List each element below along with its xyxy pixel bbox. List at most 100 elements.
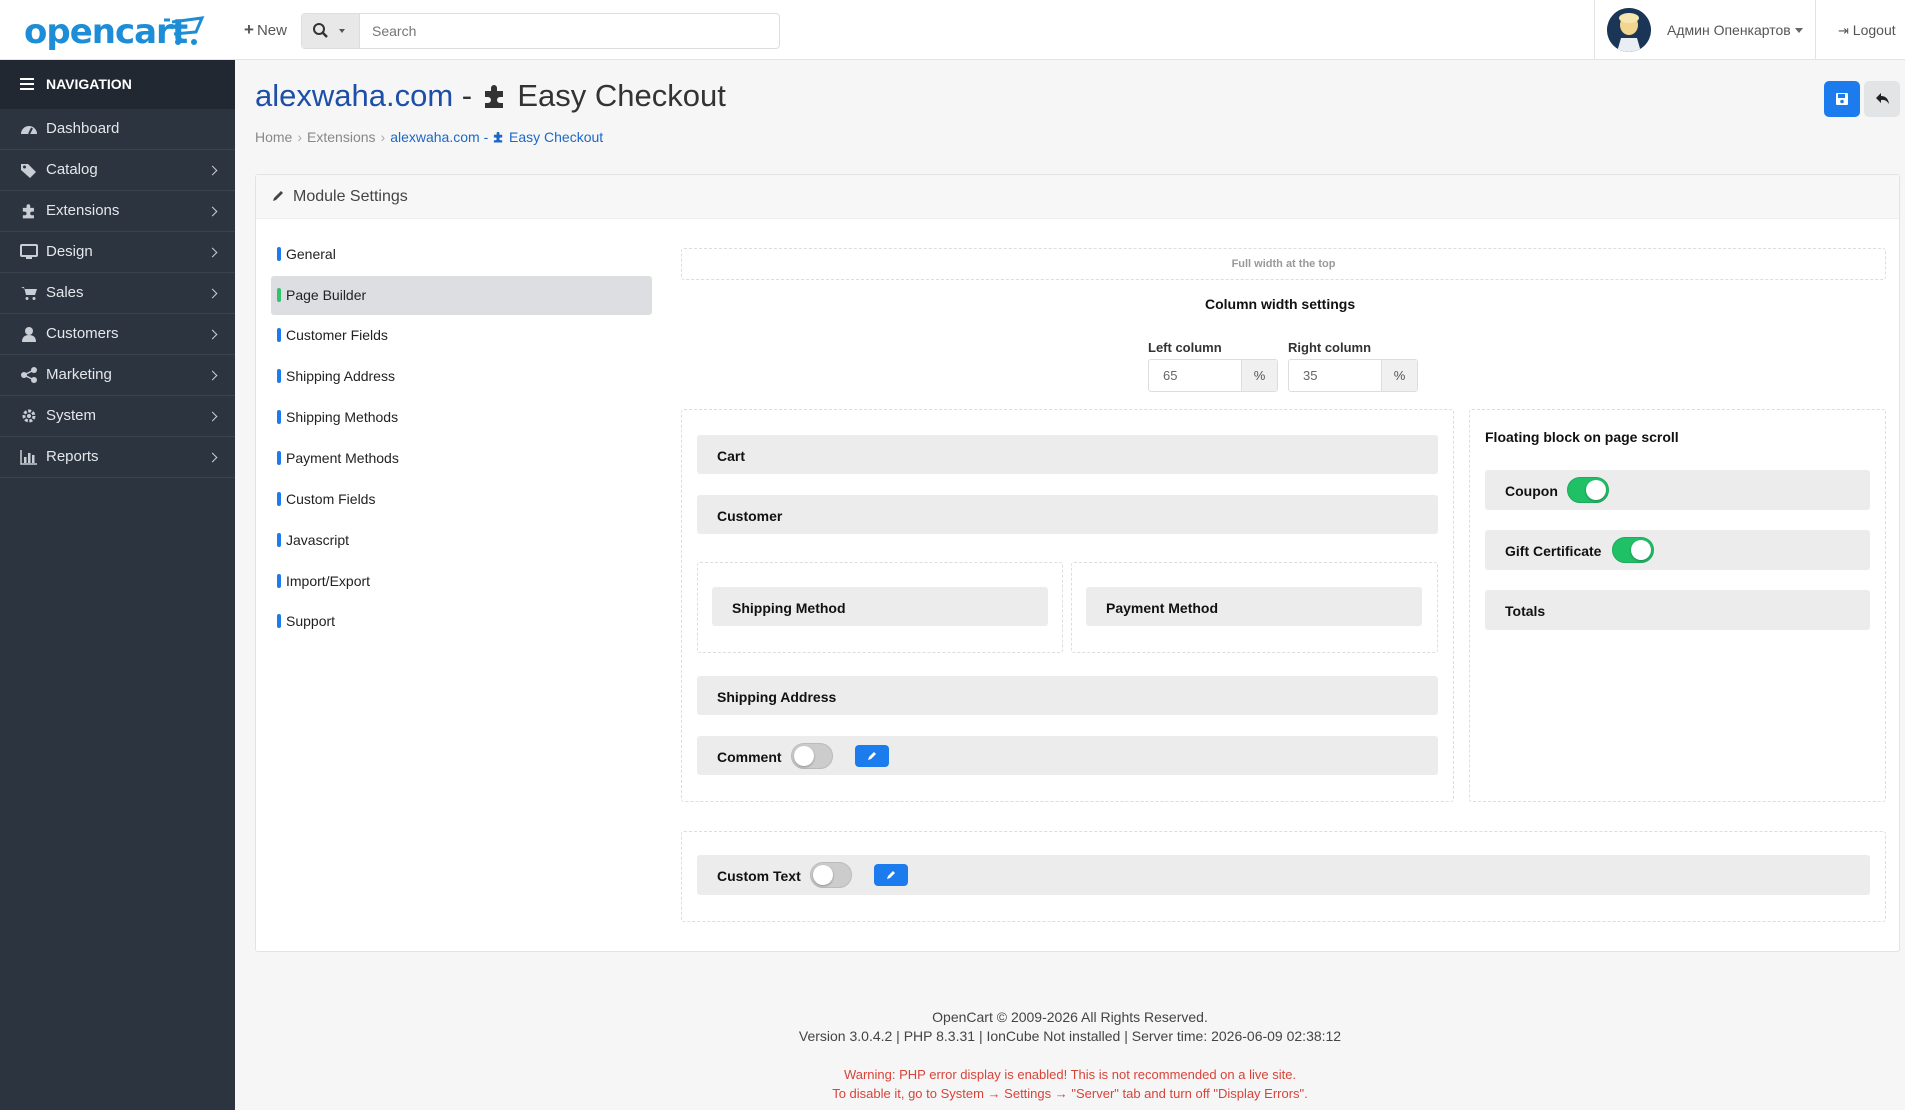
back-button[interactable] (1864, 81, 1900, 117)
sidebar-item-label: Design (46, 243, 93, 260)
comment-block[interactable]: Comment (697, 736, 1438, 775)
shipping-method-label: Shipping Method (732, 600, 846, 616)
sidebar-item-marketing[interactable]: Marketing (0, 355, 235, 396)
reply-icon (1876, 93, 1889, 104)
breadcrumb-home[interactable]: Home (255, 129, 292, 145)
customer-block[interactable]: Customer (697, 495, 1438, 534)
sidebar-item-extensions[interactable]: Extensions (0, 191, 235, 232)
left-column-input[interactable]: 65 % (1148, 359, 1278, 392)
chevron-right-icon (207, 411, 218, 422)
user-menu[interactable]: Админ Опенкартов (1594, 0, 1816, 60)
full-width-top-zone[interactable]: Full width at the top (681, 248, 1886, 280)
breadcrumb: Home › Extensions › alexwaha.com - Easy Chec… (255, 129, 604, 145)
tab-javascript[interactable]: Javascript (271, 521, 652, 560)
footer-version: Version 3.0.4.2 | PHP 8.3.31 | IonCube N… (798, 1028, 1342, 1044)
gift-certificate-label: Gift Certificate (1505, 543, 1602, 559)
tab-label: Custom Fields (286, 491, 376, 507)
chevron-right-icon (207, 165, 218, 176)
sidebar-item-design[interactable]: Design (0, 232, 235, 273)
sidebar-item-customers[interactable]: Customers (0, 314, 235, 355)
save-button[interactable] (1824, 81, 1860, 117)
gift-certificate-block[interactable]: Gift Certificate (1485, 530, 1870, 570)
breadcrumb-current-brand: alexwaha.com - (390, 129, 493, 145)
tab-shipping-address[interactable]: Shipping Address (271, 357, 652, 396)
title-separator: - (453, 78, 481, 113)
tab-marker (277, 328, 281, 342)
tab-import-export[interactable]: Import/Export (271, 562, 652, 601)
custom-text-toggle[interactable] (810, 862, 852, 888)
tab-page-builder[interactable]: Page Builder (271, 276, 652, 315)
tab-payment-methods[interactable]: Payment Methods (271, 439, 652, 478)
tab-custom-fields[interactable]: Custom Fields (271, 480, 652, 519)
breadcrumb-current[interactable]: alexwaha.com - Easy Checkout (390, 129, 603, 145)
tab-marker (277, 451, 281, 465)
sidebar-item-sales[interactable]: Sales (0, 273, 235, 314)
tab-marker (277, 410, 281, 424)
coupon-label: Coupon (1505, 483, 1558, 499)
title-brand: alexwaha.com (255, 78, 454, 113)
save-icon (1836, 93, 1848, 105)
sidebar-item-label: Reports (46, 448, 99, 465)
tab-shipping-methods[interactable]: Shipping Methods (271, 398, 652, 437)
pencil-icon (273, 191, 283, 201)
logout-link[interactable]: ⇥ Logout (1838, 22, 1896, 39)
coupon-block[interactable]: Coupon (1485, 470, 1870, 510)
comment-label: Comment (717, 749, 782, 765)
puzzle-icon (20, 203, 38, 219)
sidebar-item-dashboard[interactable]: Dashboard (0, 109, 235, 150)
opencart-logo[interactable]: opencart (24, 12, 205, 52)
payment-method-label: Payment Method (1106, 600, 1219, 616)
tab-support[interactable]: Support (271, 602, 652, 641)
comment-toggle[interactable] (791, 743, 833, 769)
cart-icon (20, 285, 38, 301)
totals-block[interactable]: Totals (1485, 590, 1870, 630)
user-name: Админ Опенкартов (1667, 22, 1791, 38)
cart-block[interactable]: Cart (697, 435, 1438, 474)
sidebar-item-catalog[interactable]: Catalog (0, 150, 235, 191)
comment-edit-button[interactable] (855, 745, 889, 767)
search-group (301, 13, 780, 49)
sidebar-item-system[interactable]: System (0, 396, 235, 437)
shipping-address-label: Shipping Address (717, 689, 837, 705)
shipping-method-block[interactable]: Shipping Method (712, 587, 1048, 626)
gift-certificate-toggle[interactable] (1612, 537, 1654, 563)
tab-label: General (286, 246, 336, 262)
avatar (1607, 8, 1651, 52)
tab-label: Payment Methods (286, 450, 399, 466)
bar-chart-icon (20, 449, 38, 465)
custom-text-block[interactable]: Custom Text (697, 855, 1870, 895)
navigation-header[interactable]: NAVIGATION (0, 60, 235, 109)
sidebar-item-label: Marketing (46, 366, 112, 383)
shipping-method-zone: Shipping Method (697, 562, 1063, 653)
sidebar-item-reports[interactable]: Reports (0, 437, 235, 478)
menu-icon (20, 78, 34, 90)
search-dropdown-button[interactable] (302, 14, 360, 48)
panel-heading: Module Settings (256, 175, 1899, 219)
user-icon (20, 326, 38, 342)
sidebar-item-label: Customers (46, 325, 119, 342)
right-column-input[interactable]: 35 % (1288, 359, 1418, 392)
tab-general[interactable]: General (271, 235, 652, 274)
customer-block-label: Customer (717, 508, 783, 524)
navigation-list: Dashboard Catalog Extensions Design Sales Cus… (0, 109, 235, 478)
shipping-address-block[interactable]: Shipping Address (697, 676, 1438, 715)
tab-customer-fields[interactable]: Customer Fields (271, 316, 652, 355)
sidebar-item-label: Extensions (46, 202, 120, 219)
tab-label: Shipping Address (286, 368, 395, 384)
coupon-toggle[interactable] (1567, 477, 1609, 503)
new-button[interactable]: + New (244, 20, 287, 40)
sign-out-icon: ⇥ (1838, 23, 1849, 38)
chevron-right-icon (207, 288, 218, 299)
page-title: alexwaha.com - Easy Checkout (255, 78, 726, 114)
footer-warning-instructions: To disable it, go to System → Settings →… (832, 1086, 1308, 1101)
tab-marker (277, 369, 281, 383)
top-header: opencart +New Админ Опенкар (0, 0, 1905, 60)
right-column-zone: Floating block on page scroll Coupon Gif… (1469, 409, 1886, 802)
custom-text-edit-button[interactable] (874, 864, 908, 886)
payment-method-block[interactable]: Payment Method (1086, 587, 1422, 626)
breadcrumb-extensions[interactable]: Extensions (307, 129, 375, 145)
cart-logo-icon (164, 16, 205, 45)
footer-copyright: OpenCart © 2009-2026 All Rights Reserved… (932, 1009, 1208, 1025)
tab-marker (277, 574, 281, 588)
search-input[interactable] (362, 14, 772, 48)
